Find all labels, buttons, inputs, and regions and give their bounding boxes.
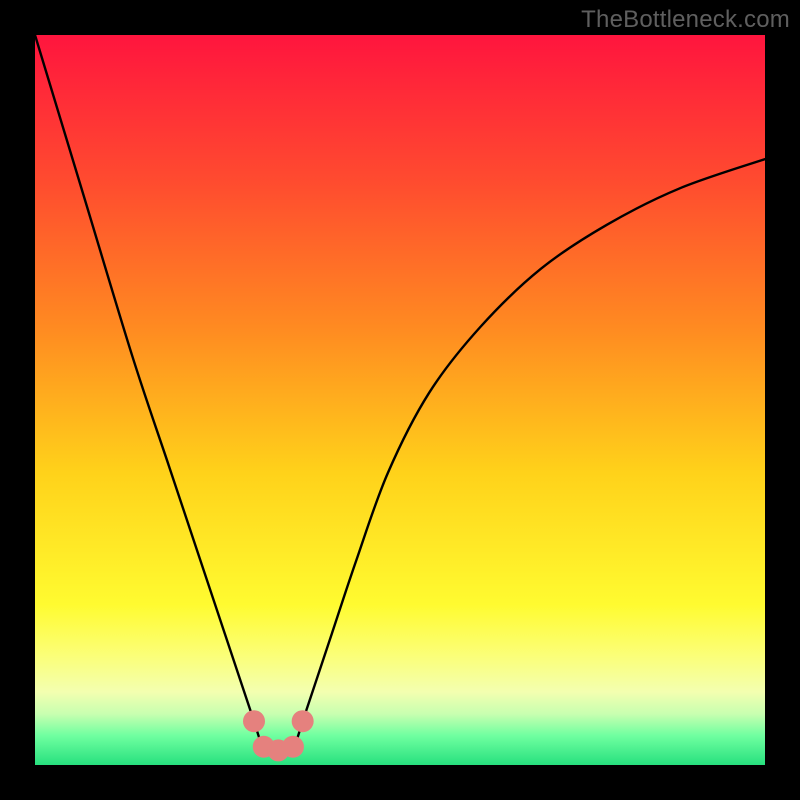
curve-marker bbox=[282, 736, 304, 758]
curve-marker bbox=[243, 710, 265, 732]
chart-frame: TheBottleneck.com bbox=[0, 0, 800, 800]
curve-markers bbox=[243, 710, 314, 761]
curve-marker bbox=[292, 710, 314, 732]
curve-layer bbox=[35, 35, 765, 765]
watermark-text: TheBottleneck.com bbox=[581, 6, 790, 34]
plot-area bbox=[35, 35, 765, 765]
bottleneck-curve bbox=[35, 35, 765, 751]
